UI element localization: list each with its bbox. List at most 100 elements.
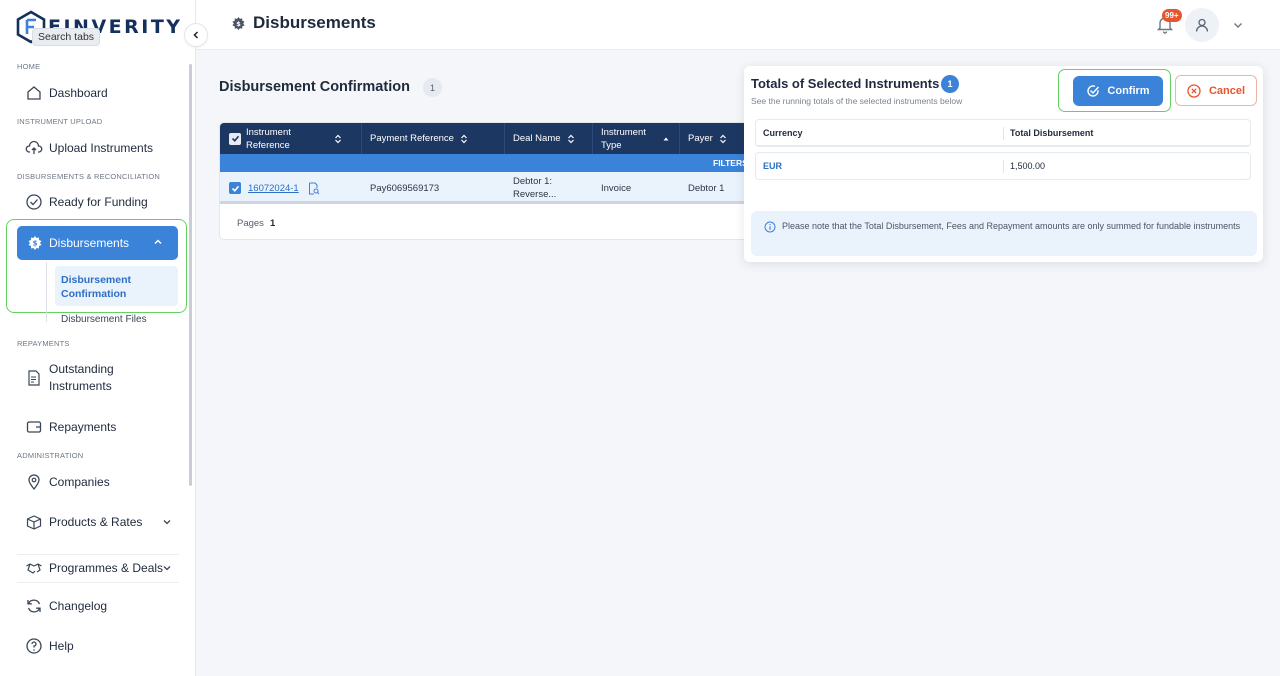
sidebar-item-label: Disbursements bbox=[49, 236, 130, 250]
column-label: Payment Reference bbox=[370, 133, 454, 144]
close-circle-icon bbox=[1187, 83, 1201, 98]
cancel-button[interactable]: Cancel bbox=[1175, 75, 1257, 106]
sort-icon[interactable] bbox=[460, 134, 468, 144]
user-avatar[interactable] bbox=[1185, 8, 1219, 42]
instrument-reference-link[interactable]: 16072024-1 bbox=[248, 182, 299, 195]
totals-table-body: EUR 1,500.00 bbox=[755, 152, 1251, 180]
column-total-disbursement: Total Disbursement bbox=[1010, 127, 1094, 138]
check-icon bbox=[231, 185, 239, 192]
totals-header-row: Currency Total Disbursement bbox=[756, 120, 1250, 146]
sidebar-item-upload-instruments[interactable]: Upload Instruments bbox=[25, 139, 153, 157]
sidebar-item-label: Products & Rates bbox=[49, 515, 143, 529]
column-currency: Currency bbox=[763, 127, 803, 138]
sidebar-item-outstanding-instruments[interactable]: Outstanding Instruments bbox=[25, 361, 129, 395]
notifications-badge: 99+ bbox=[1162, 9, 1182, 22]
cancel-label: Cancel bbox=[1208, 84, 1246, 97]
totals-count-badge: 1 bbox=[941, 75, 959, 93]
refresh-icon bbox=[27, 599, 41, 613]
filters-bar[interactable]: FILTERS bbox=[220, 154, 758, 172]
sidebar-item-help[interactable]: Help bbox=[25, 637, 74, 655]
sidebar-item-companies[interactable]: Companies bbox=[25, 473, 110, 491]
table-row[interactable]: 16072024-1 Pay6069569173 Debtor 1: Rever… bbox=[220, 172, 758, 204]
sidebar-item-changelog[interactable]: Changelog bbox=[25, 597, 107, 615]
column-divider bbox=[1003, 127, 1004, 140]
sort-icon[interactable] bbox=[719, 134, 727, 144]
sidebar-item-dashboard[interactable]: Dashboard bbox=[25, 84, 108, 102]
column-payment-reference[interactable]: Payment Reference bbox=[362, 123, 505, 154]
sidebar-item-repayments[interactable]: Repayments bbox=[25, 418, 116, 436]
sidebar-divider bbox=[17, 554, 179, 555]
deal-name-cell: Debtor 1: Reverse... bbox=[513, 176, 557, 200]
money-gear-icon: $ bbox=[28, 236, 42, 250]
page-number[interactable]: 1 bbox=[270, 218, 275, 229]
section-disbursements-reconciliation: DISBURSEMENTS & RECONCILIATION bbox=[17, 172, 160, 181]
document-list-icon bbox=[28, 370, 40, 386]
pagination: Pages 1 bbox=[237, 218, 275, 229]
instrument-reference-cell: 16072024-1 bbox=[248, 172, 320, 204]
page-title-text: Disbursements bbox=[253, 13, 376, 32]
page-title: $ Disbursements bbox=[231, 13, 376, 33]
select-all-checkbox[interactable] bbox=[229, 132, 241, 145]
row-checkbox[interactable] bbox=[229, 182, 241, 194]
sort-ascending-icon[interactable] bbox=[662, 134, 670, 144]
chevron-down-icon[interactable] bbox=[1232, 19, 1244, 31]
instruments-table: Instrument Reference Payment Reference D… bbox=[219, 122, 759, 240]
sidebar-scrollbar[interactable] bbox=[189, 64, 192, 486]
home-icon bbox=[27, 86, 41, 100]
sidebar-subitem-disbursement-confirmation[interactable]: Disbursement Confirmation bbox=[55, 266, 178, 306]
sidebar-item-programmes-deals[interactable]: Programmes & Deals bbox=[25, 559, 163, 577]
row-checkbox-cell[interactable] bbox=[229, 172, 241, 204]
column-label: Instrument Reference bbox=[246, 126, 291, 151]
document-search-icon[interactable] bbox=[308, 182, 320, 195]
confirm-button[interactable]: Confirm bbox=[1073, 76, 1163, 106]
sidebar-item-label: Repayments bbox=[49, 420, 117, 434]
check-circle-icon bbox=[1087, 85, 1100, 97]
sidebar-item-label: Changelog bbox=[49, 599, 108, 613]
column-instrument-reference[interactable]: Instrument Reference bbox=[220, 123, 362, 154]
section-repayments: REPAYMENTS bbox=[17, 339, 70, 348]
help-circle-icon bbox=[26, 638, 42, 654]
sidebar-item-products-rates[interactable]: Products & Rates bbox=[25, 513, 142, 531]
sidebar-item-ready-for-funding[interactable]: Ready for Funding bbox=[25, 193, 148, 211]
box-icon bbox=[26, 515, 42, 530]
payment-reference-cell: Pay6069569173 bbox=[370, 182, 440, 194]
sidebar: FINVERITY Search tabs HOME Dashboard INS… bbox=[0, 0, 196, 676]
sidebar-item-label: Upload Instruments bbox=[49, 141, 154, 155]
location-pin-icon bbox=[28, 474, 40, 491]
sidebar-item-label: Ready for Funding bbox=[49, 195, 148, 209]
submenu-guide-line bbox=[46, 262, 47, 322]
currency-cell: EUR bbox=[763, 161, 783, 171]
sidebar-divider bbox=[17, 582, 179, 583]
collapse-sidebar-button[interactable] bbox=[184, 23, 208, 47]
sort-icon[interactable] bbox=[567, 134, 575, 144]
column-deal-name[interactable]: Deal Name bbox=[505, 123, 593, 154]
totals-title: Totals of Selected Instruments bbox=[751, 76, 940, 91]
sidebar-subitem-disbursement-files[interactable]: Disbursement Files bbox=[61, 314, 147, 325]
sidebar-subitem-label: Disbursement Confirmation bbox=[61, 274, 132, 300]
sort-icon[interactable] bbox=[334, 134, 342, 144]
horizontal-scrollbar[interactable] bbox=[220, 201, 758, 204]
instrument-count-badge: 1 bbox=[423, 78, 442, 97]
chevron-up-icon bbox=[154, 239, 162, 245]
totals-subtitle: See the running totals of the selected i… bbox=[751, 96, 963, 106]
svg-text:$: $ bbox=[33, 240, 38, 248]
totals-table-header: Currency Total Disbursement bbox=[755, 119, 1251, 147]
column-instrument-type[interactable]: Instrument Type bbox=[593, 123, 680, 154]
search-tabs-tooltip: Search tabs bbox=[32, 28, 101, 46]
money-gear-icon: $ bbox=[232, 16, 245, 30]
chevron-down-icon[interactable] bbox=[162, 563, 172, 573]
filters-label: FILTERS bbox=[713, 158, 748, 168]
payer-cell: Debtor 1 bbox=[688, 182, 725, 194]
chevron-left-icon bbox=[193, 31, 199, 39]
table-header: Instrument Reference Payment Reference D… bbox=[220, 123, 758, 154]
total-disbursement-cell: 1,500.00 bbox=[1010, 161, 1046, 171]
sidebar-item-disbursements[interactable]: $ Disbursements bbox=[17, 226, 178, 260]
sidebar-item-label: Help bbox=[49, 639, 74, 653]
pages-label: Pages bbox=[237, 218, 264, 229]
chevron-down-icon[interactable] bbox=[162, 517, 172, 527]
section-title: Disbursement Confirmation bbox=[219, 79, 410, 95]
check-circle-icon bbox=[26, 194, 42, 210]
section-administration: ADMINISTRATION bbox=[17, 451, 84, 460]
info-icon bbox=[764, 221, 776, 233]
column-divider bbox=[1003, 160, 1004, 173]
